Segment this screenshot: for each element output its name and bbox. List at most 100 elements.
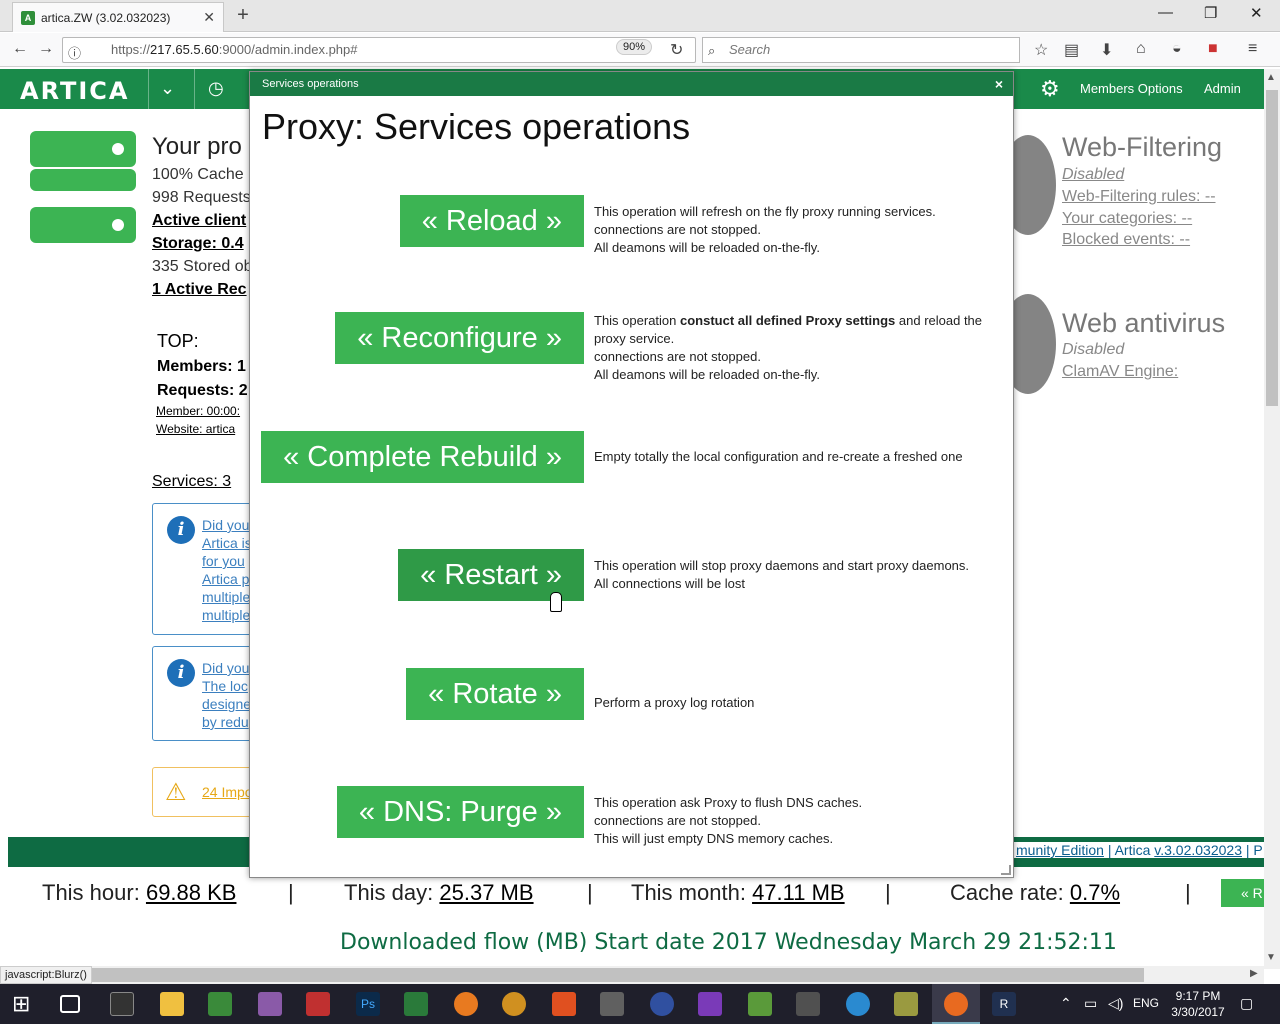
rotate-button[interactable]: « Rotate » — [406, 668, 584, 720]
bookmark-star-icon[interactable]: ☆ — [1034, 40, 1048, 60]
photoshop-icon[interactable]: Ps — [356, 992, 380, 1016]
categories-link[interactable]: Your categories: -- — [1062, 210, 1192, 228]
window-close-icon[interactable]: ✕ — [1250, 4, 1263, 22]
blender-icon[interactable] — [454, 992, 478, 1016]
app-icon[interactable] — [258, 992, 282, 1016]
dashboard-icon[interactable]: ◷ — [208, 78, 224, 99]
new-tab-button[interactable]: + — [232, 4, 254, 27]
cache-rate-value[interactable]: 0.7% — [1070, 880, 1120, 905]
browser-tab[interactable]: A artica.ZW (3.02.032023) ✕ — [12, 2, 224, 32]
reload-icon[interactable]: ↻ — [670, 40, 683, 60]
app-icon[interactable] — [650, 992, 674, 1016]
clamav-engine-link[interactable]: ClamAV Engine: — [1062, 363, 1178, 381]
status-bar: javascript:Blurz() — [0, 966, 92, 984]
volume-icon[interactable]: ◁) — [1108, 995, 1123, 1012]
reload-description: This operation will refresh on the fly p… — [594, 204, 936, 255]
app-icon[interactable] — [600, 992, 624, 1016]
dns-purge-button[interactable]: « DNS: Purge » — [336, 786, 584, 838]
network-icon[interactable]: ▭ — [1084, 995, 1097, 1012]
top-website-link[interactable]: Website: artica — [156, 422, 235, 436]
version-link[interactable]: v.3.02.032023 — [1154, 842, 1242, 858]
close-icon[interactable]: × — [995, 72, 1003, 96]
top-requests: Requests: 2 — [157, 382, 248, 399]
search-input[interactable]: Search — [702, 37, 1020, 63]
app-icon[interactable] — [208, 992, 232, 1016]
app-icon[interactable] — [796, 992, 820, 1016]
info-text[interactable]: Did you Artica is for you Artica p multiple m… — [202, 516, 252, 624]
reload-button[interactable]: « Reload » — [399, 195, 584, 247]
web-filtering-status[interactable]: Disabled — [1062, 166, 1124, 184]
server-icon — [30, 131, 136, 167]
edition-link[interactable]: munity Edition — [1016, 842, 1104, 858]
scroll-right-icon[interactable]: ▶ — [1250, 968, 1258, 979]
restore-icon[interactable]: ❐ — [1204, 4, 1217, 22]
app-icon[interactable] — [894, 992, 918, 1016]
vertical-scroll-thumb[interactable] — [1266, 90, 1278, 406]
active-requests-link[interactable]: 1 Active Rec — [152, 281, 247, 299]
hour-value[interactable]: 69.88 KB — [146, 880, 237, 905]
notifications-icon[interactable]: ▢ — [1240, 995, 1253, 1012]
extension-icon[interactable]: ■ — [1208, 40, 1218, 58]
app-icon[interactable] — [306, 992, 330, 1016]
info-icon[interactable]: ⓘ — [68, 43, 81, 62]
url-path: :9000/admin.index.php# — [218, 42, 358, 57]
pocket-icon[interactable]: ◒ — [1172, 40, 1182, 58]
url-bar[interactable]: https://217.65.5.60:9000/admin.index.php… — [62, 37, 696, 63]
minimize-icon[interactable]: — — [1158, 4, 1173, 21]
warning-link[interactable]: 24 Impo — [202, 784, 253, 800]
web-filtering-rules-link[interactable]: Web-Filtering rules: -- — [1062, 188, 1216, 206]
chevron-down-icon[interactable]: ⌄ — [160, 78, 175, 99]
zoom-level[interactable]: 90% — [616, 39, 653, 55]
menu-icon[interactable]: ≡ — [1248, 40, 1257, 58]
file-explorer-icon[interactable] — [160, 992, 184, 1016]
task-view-icon[interactable] — [60, 995, 80, 1013]
info-box: i Did you Artica is for you Artica p multipl… — [152, 503, 262, 635]
home-icon[interactable]: ⌂ — [1136, 40, 1146, 58]
month-value[interactable]: 47.11 MB — [752, 880, 845, 905]
language-indicator[interactable]: ENG — [1133, 996, 1159, 1010]
visual-studio-icon[interactable] — [698, 992, 722, 1016]
members-options-link[interactable]: Members Options — [1080, 81, 1183, 96]
tab-close-icon[interactable]: ✕ — [203, 9, 215, 26]
services-operations-dialog: Services operations × Proxy: Services op… — [249, 71, 1014, 878]
tray-chevron-icon[interactable]: ⌃ — [1060, 995, 1072, 1012]
storage-link[interactable]: Storage: 0.4 — [152, 235, 244, 253]
reading-list-icon[interactable]: ▤ — [1064, 40, 1079, 60]
back-icon[interactable]: ← — [12, 40, 28, 58]
top-member-link[interactable]: Member: 00:00: — [156, 404, 240, 418]
scroll-up-icon[interactable]: ▲ — [1266, 72, 1276, 83]
cache-stat: 100% Cache — [152, 166, 244, 183]
app-icon[interactable] — [404, 992, 428, 1016]
header-divider — [148, 69, 149, 109]
admin-link[interactable]: Admin — [1204, 81, 1241, 96]
info-text[interactable]: Did you The loc designe by redu — [202, 659, 251, 731]
header-divider — [194, 69, 195, 109]
app-icon[interactable]: R — [992, 992, 1016, 1016]
members-icon[interactable]: ⚙ — [1040, 76, 1060, 102]
scroll-down-icon[interactable]: ▼ — [1266, 952, 1276, 963]
windows-start-icon[interactable]: ⊞ — [12, 992, 36, 1016]
forward-icon[interactable]: → — [38, 40, 54, 58]
app-icon[interactable] — [846, 992, 870, 1016]
clock[interactable]: 9:17 PM 3/30/2017 — [1170, 988, 1226, 1020]
horizontal-scroll-thumb[interactable] — [66, 968, 1144, 982]
web-antivirus-status: Disabled — [1062, 341, 1125, 358]
download-icon[interactable]: ⬇ — [1100, 40, 1113, 60]
resize-handle[interactable] — [1001, 865, 1011, 875]
complete-rebuild-button[interactable]: « Complete Rebuild » — [261, 431, 584, 483]
terminal-icon[interactable] — [110, 992, 134, 1016]
artica-logo[interactable]: ARTICA — [20, 77, 129, 105]
site-favicon-icon: A — [21, 10, 35, 25]
day-value[interactable]: 25.37 MB — [439, 880, 533, 905]
app-icon[interactable] — [552, 992, 576, 1016]
blocked-events-link[interactable]: Blocked events: -- — [1062, 231, 1190, 249]
reconfigure-button[interactable]: « Reconfigure » — [335, 312, 584, 364]
browser-tab-bar: A artica.ZW (3.02.032023) ✕ + — ❐ ✕ — [0, 0, 1280, 32]
firefox-icon[interactable] — [944, 992, 968, 1016]
app-icon[interactable] — [502, 992, 526, 1016]
services-link[interactable]: Services: 3 — [152, 473, 231, 491]
top-members: Members: 1 — [157, 358, 246, 375]
app-icon[interactable] — [748, 992, 772, 1016]
top-heading: TOP: — [157, 331, 199, 351]
active-clients-link[interactable]: Active client — [152, 212, 246, 230]
